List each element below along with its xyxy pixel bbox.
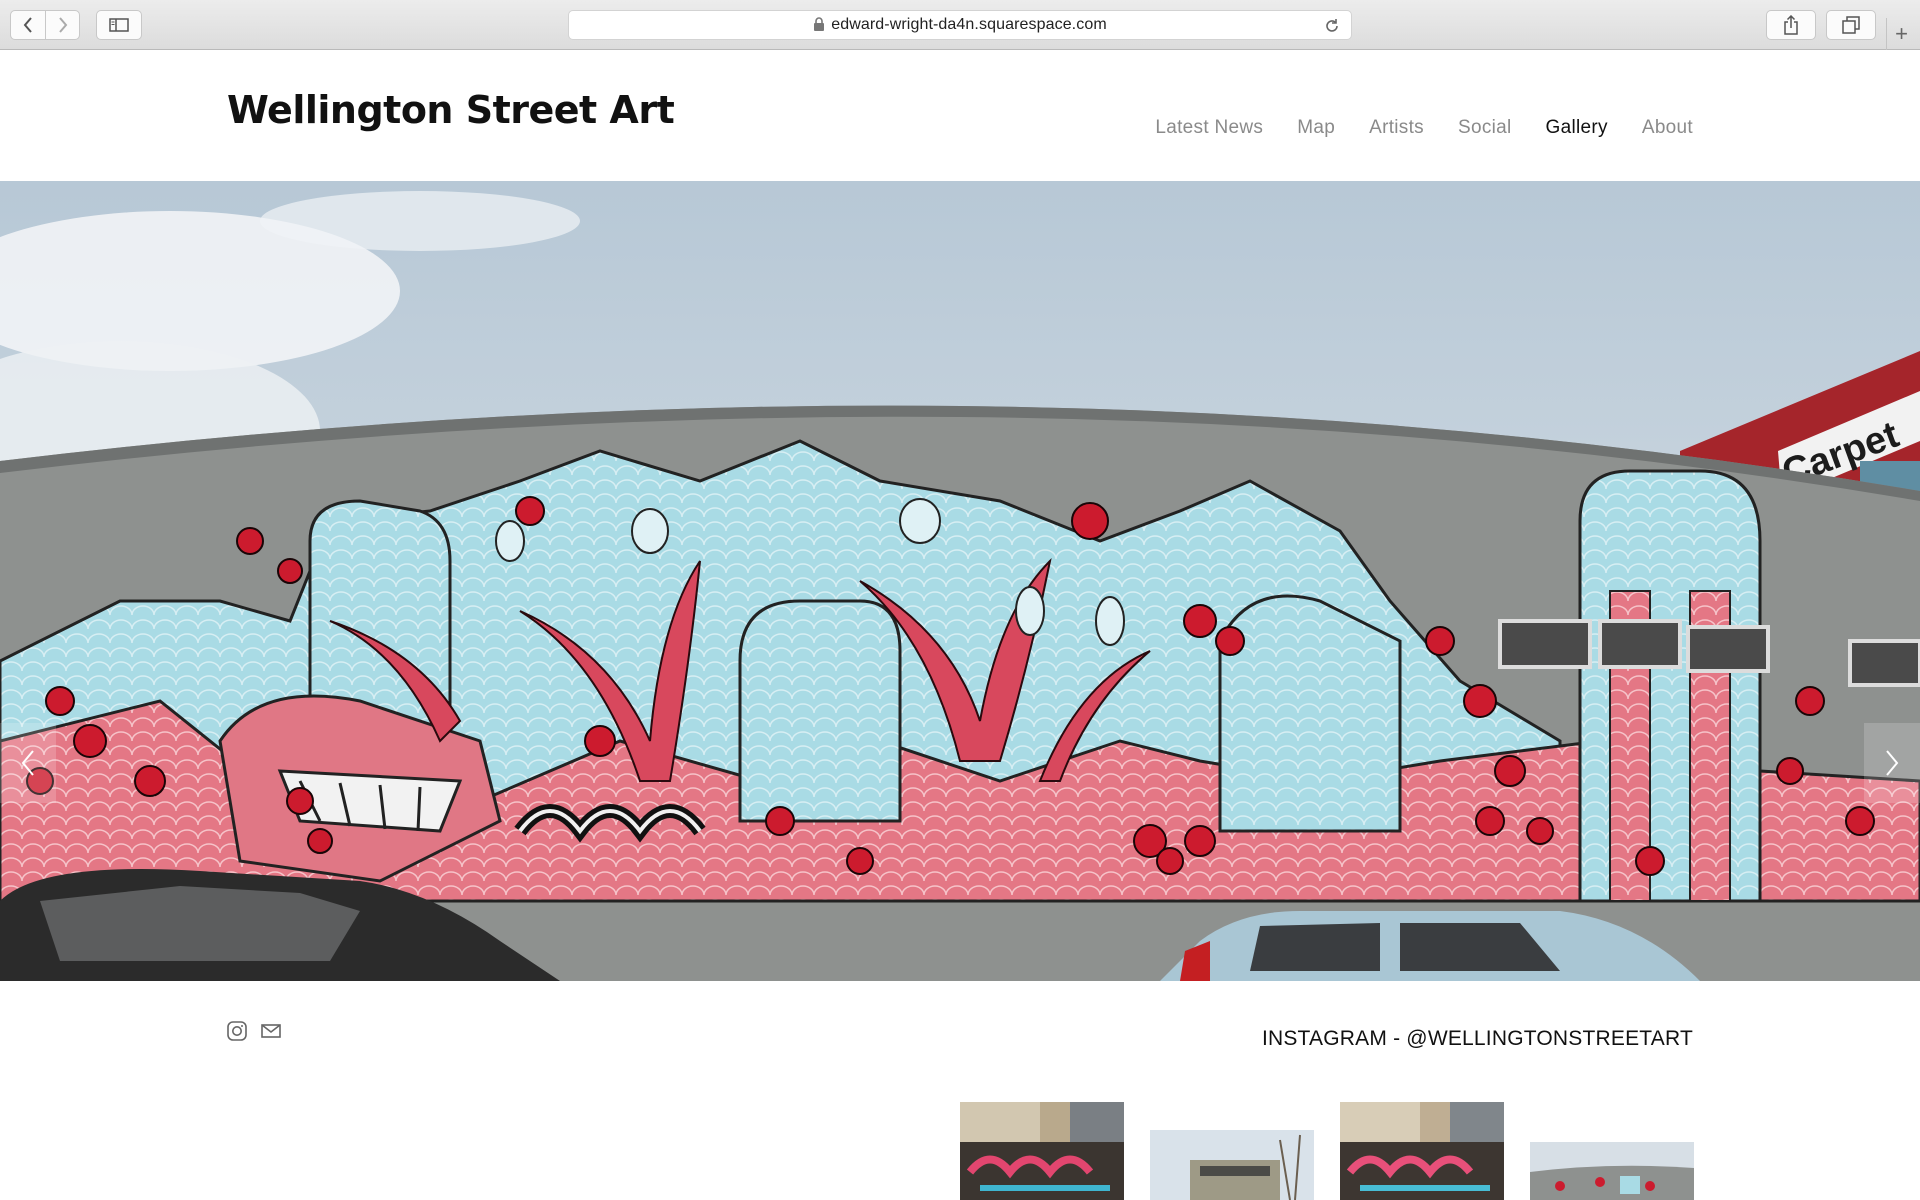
- lock-icon: [814, 17, 825, 31]
- forward-icon: [58, 17, 67, 33]
- nav-about[interactable]: About: [1642, 117, 1693, 139]
- instagram-thumbnail[interactable]: [1530, 1142, 1694, 1200]
- tabs-overview-button[interactable]: [1826, 10, 1876, 40]
- chevron-right-icon: [1886, 750, 1899, 776]
- back-icon: [23, 17, 32, 33]
- nav-social[interactable]: Social: [1458, 117, 1512, 139]
- nav-map[interactable]: Map: [1297, 117, 1335, 139]
- sidebar-button[interactable]: [96, 10, 142, 40]
- chevron-left-icon: [21, 750, 34, 776]
- url-text: edward-wright-da4n.squarespace.com: [831, 16, 1107, 33]
- slideshow-next-button[interactable]: [1864, 723, 1920, 803]
- main-navigation: Latest News Map Artists Social Gallery A…: [1121, 117, 1693, 139]
- site-title[interactable]: Wellington Street Art: [227, 88, 675, 132]
- instagram-heading: INSTAGRAM - @WELLINGTONSTREETART: [1261, 1027, 1693, 1050]
- browser-toolbar: edward-wright-da4n.squarespace.com +: [0, 0, 1920, 50]
- social-links: [226, 1020, 282, 1042]
- share-icon: [1784, 15, 1798, 35]
- instagram-thumbnail[interactable]: [960, 1102, 1124, 1200]
- mural-photo: Carpet: [0, 181, 1920, 981]
- forward-button[interactable]: [45, 10, 80, 40]
- reload-icon[interactable]: [1323, 17, 1341, 35]
- share-button[interactable]: [1766, 10, 1816, 40]
- instagram-thumbnail[interactable]: [1150, 1130, 1314, 1200]
- tabs-icon: [1842, 16, 1860, 34]
- nav-artists[interactable]: Artists: [1369, 117, 1424, 139]
- instagram-thumbnail[interactable]: [1340, 1102, 1504, 1200]
- instagram-feed: [960, 1100, 1694, 1200]
- address-bar[interactable]: edward-wright-da4n.squarespace.com: [568, 10, 1352, 40]
- nav-latest-news[interactable]: Latest News: [1155, 117, 1263, 139]
- mail-icon[interactable]: [260, 1020, 282, 1042]
- nav-gallery[interactable]: Gallery: [1546, 117, 1608, 139]
- instagram-icon[interactable]: [226, 1020, 248, 1042]
- new-tab-button[interactable]: +: [1886, 18, 1916, 50]
- back-button[interactable]: [10, 10, 46, 40]
- plus-icon: +: [1895, 21, 1908, 46]
- gallery-slideshow[interactable]: Carpet: [0, 181, 1920, 981]
- slideshow-prev-button[interactable]: [0, 723, 56, 803]
- sidebar-icon: [109, 18, 129, 32]
